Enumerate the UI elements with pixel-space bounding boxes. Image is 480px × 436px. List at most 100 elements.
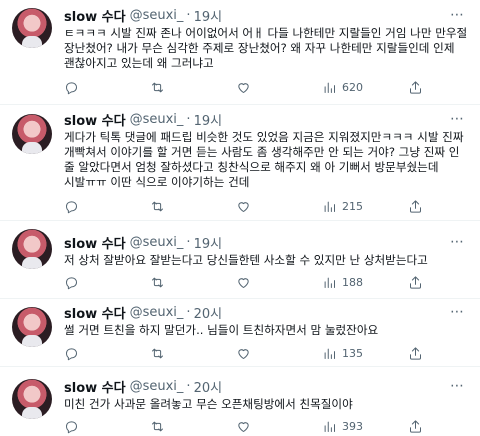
share-icon <box>410 199 421 213</box>
separator-dot: · <box>186 304 191 320</box>
views-count: 393 <box>342 419 363 433</box>
tweet-text: 미친 건가 사과문 올려놓고 무슨 오픈채팅방에서 친목질이야 <box>64 397 353 411</box>
retweet-icon <box>152 421 163 431</box>
views-count: 135 <box>342 346 363 360</box>
heart-icon <box>238 201 249 212</box>
timeline-feed: slow 수다 @seuxi_ · 19시 ⋯ ㅌㅋㅋㅋ 시발 진짜 존나 어이… <box>0 0 480 436</box>
display-name[interactable]: slow 수다 <box>64 233 126 252</box>
like-button[interactable] <box>236 275 322 290</box>
reply-button[interactable] <box>64 275 150 290</box>
retweet-icon <box>152 82 163 92</box>
views-button[interactable]: 620 <box>322 80 408 95</box>
reply-icon <box>66 200 77 213</box>
tweet[interactable]: slow 수다 @seuxi_ · 19시 ⋯ ㅌㅋㅋㅋ 시발 진짜 존나 어이… <box>0 0 480 104</box>
display-name[interactable]: slow 수다 <box>64 110 126 129</box>
display-name[interactable]: slow 수다 <box>64 6 126 25</box>
reply-icon <box>66 347 77 360</box>
more-options-icon[interactable]: ⋯ <box>448 377 466 395</box>
share-button[interactable] <box>408 80 438 95</box>
like-button[interactable] <box>236 346 322 361</box>
avatar[interactable] <box>12 114 52 154</box>
separator-dot: · <box>186 378 191 394</box>
reply-button[interactable] <box>64 346 150 361</box>
avatar[interactable] <box>12 229 52 269</box>
display-name[interactable]: slow 수다 <box>64 303 126 322</box>
like-button[interactable] <box>236 80 322 95</box>
timestamp[interactable]: 20시 <box>194 377 223 396</box>
user-handle[interactable]: @seuxi_ <box>130 235 184 250</box>
tweet-text: 썰 거면 트친을 하지 말던가.. 님들이 트친하자면서 맘 눌렀잔아요 <box>64 323 379 337</box>
heart-icon <box>238 277 249 288</box>
more-options-icon[interactable]: ⋯ <box>448 110 466 128</box>
tweet-actions: 620 <box>64 78 464 96</box>
timestamp[interactable]: 19시 <box>194 233 223 252</box>
reply-button[interactable] <box>64 80 150 95</box>
user-handle[interactable]: @seuxi_ <box>130 305 184 320</box>
tweet[interactable]: slow 수다 @seuxi_ · 19시 ⋯ 저 상처 잘받아요 잘받는다고 … <box>0 221 480 297</box>
retweet-button[interactable] <box>150 419 236 434</box>
tweet-actions: 393 <box>64 417 464 435</box>
tweet[interactable]: slow 수다 @seuxi_ · 20시 ⋯ 미친 건가 사과문 올려놓고 무… <box>0 367 480 436</box>
share-button[interactable] <box>408 419 438 434</box>
more-options-icon[interactable]: ⋯ <box>448 6 466 24</box>
tweet[interactable]: slow 수다 @seuxi_ · 20시 ⋯ 썰 거면 트친을 하지 말던가.… <box>0 299 480 365</box>
share-icon <box>410 80 421 94</box>
reply-button[interactable] <box>64 199 150 214</box>
more-options-icon[interactable]: ⋯ <box>448 303 466 321</box>
views-button[interactable]: 188 <box>322 275 408 290</box>
share-button[interactable] <box>408 346 438 361</box>
user-handle[interactable]: @seuxi_ <box>130 379 184 394</box>
retweet-button[interactable] <box>150 199 236 214</box>
tweet-header: slow 수다 @seuxi_ · 19시 <box>64 6 223 25</box>
retweet-button[interactable] <box>150 275 236 290</box>
views-button[interactable]: 135 <box>322 346 408 361</box>
retweet-icon <box>152 277 163 287</box>
heart-icon <box>238 421 249 432</box>
views-button[interactable]: 215 <box>322 199 408 214</box>
timestamp[interactable]: 19시 <box>194 110 223 129</box>
tweet-header: slow 수다 @seuxi_ · 20시 <box>64 377 223 396</box>
avatar[interactable] <box>12 307 52 347</box>
separator-dot: · <box>186 111 191 127</box>
retweet-button[interactable] <box>150 346 236 361</box>
separator-dot: · <box>186 234 191 250</box>
retweet-icon <box>152 201 163 211</box>
tweet-header: slow 수다 @seuxi_ · 19시 <box>64 110 223 129</box>
tweet-header: slow 수다 @seuxi_ · 20시 <box>64 303 223 322</box>
views-chart-icon <box>324 201 335 212</box>
views-chart-icon <box>324 421 335 432</box>
tweet[interactable]: slow 수다 @seuxi_ · 19시 ⋯ 게다가 틱톡 댓글에 패드립 비… <box>0 105 480 219</box>
retweet-button[interactable] <box>150 80 236 95</box>
like-button[interactable] <box>236 419 322 434</box>
tweet-text: 저 상처 잘받아요 잘받는다고 당신들한텐 사소할 수 있지만 난 상처받는다고 <box>64 253 428 267</box>
views-count: 620 <box>342 80 363 94</box>
retweet-icon <box>152 348 163 358</box>
tweet-text: ㅌㅋㅋㅋ 시발 진짜 존나 어이없어서 어ㅐ 다들 나한테만 지랄들인 거임 나… <box>64 26 471 70</box>
display-name[interactable]: slow 수다 <box>64 377 126 396</box>
tweet-actions: 215 <box>64 197 464 215</box>
views-count: 215 <box>342 199 363 213</box>
heart-icon <box>238 348 249 359</box>
reply-icon <box>66 81 77 94</box>
reply-icon <box>66 276 77 289</box>
timestamp[interactable]: 19시 <box>194 6 223 25</box>
share-button[interactable] <box>408 275 438 290</box>
views-button[interactable]: 393 <box>322 419 408 434</box>
more-options-icon[interactable]: ⋯ <box>448 233 466 251</box>
like-button[interactable] <box>236 199 322 214</box>
share-button[interactable] <box>408 199 438 214</box>
user-handle[interactable]: @seuxi_ <box>130 112 184 127</box>
tweet-actions: 135 <box>64 344 464 362</box>
share-icon <box>410 275 421 289</box>
avatar[interactable] <box>12 8 52 48</box>
avatar[interactable] <box>12 379 52 419</box>
reply-icon <box>66 420 77 433</box>
user-handle[interactable]: @seuxi_ <box>130 8 184 23</box>
separator-dot: · <box>186 7 191 23</box>
views-count: 188 <box>342 275 363 289</box>
tweet-actions: 188 <box>64 273 464 291</box>
heart-icon <box>238 82 249 93</box>
views-chart-icon <box>324 82 335 93</box>
timestamp[interactable]: 20시 <box>194 303 223 322</box>
reply-button[interactable] <box>64 419 150 434</box>
